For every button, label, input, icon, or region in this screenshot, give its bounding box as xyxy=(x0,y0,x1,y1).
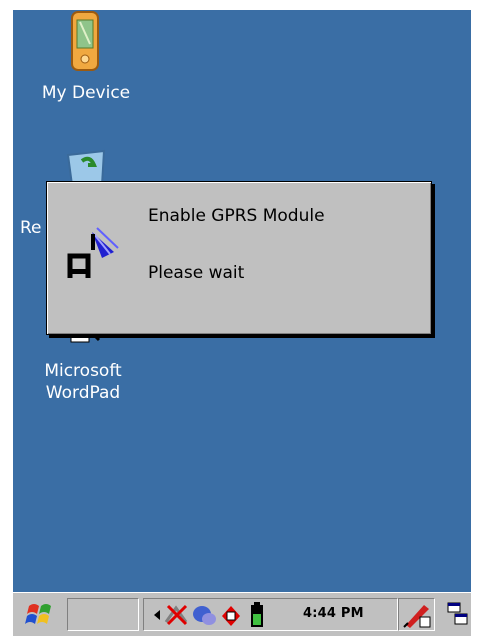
desktop-icon-label: My Device xyxy=(41,83,131,103)
windows-flag-icon[interactable] xyxy=(23,600,59,630)
desktop-icon-label: WordPad xyxy=(45,383,121,403)
desktop-icon-label: Microsoft xyxy=(44,361,122,381)
connection-icon[interactable] xyxy=(191,602,217,628)
desktop-icon-my-device[interactable]: My Device xyxy=(21,10,151,104)
network-adapter-icon[interactable] xyxy=(218,602,244,628)
show-desktop-icon[interactable] xyxy=(447,602,469,628)
clock[interactable]: 4:44 PM xyxy=(303,606,364,621)
desktop: My Device Re Microsoft WordPad Enable GP… xyxy=(13,10,471,592)
desktop-icon-label: Re xyxy=(20,218,42,238)
desktop-icon-wordpad[interactable]: Microsoft WordPad xyxy=(18,324,148,404)
pda-device-icon xyxy=(71,11,99,71)
gprs-status-dialog: Enable GPRS Module Please wait xyxy=(46,181,432,335)
input-panel-pen-icon xyxy=(403,605,431,628)
battery-icon[interactable] xyxy=(250,602,264,628)
task-button-area[interactable] xyxy=(67,598,139,631)
antenna-signal-icon xyxy=(67,227,119,278)
network-disconnected-icon[interactable] xyxy=(164,602,190,628)
taskbar: 4:44 PM xyxy=(13,592,471,636)
back-arrow-icon[interactable] xyxy=(151,609,163,621)
dialog-title: Enable GPRS Module xyxy=(148,206,325,226)
dialog-message: Please wait xyxy=(148,263,245,283)
